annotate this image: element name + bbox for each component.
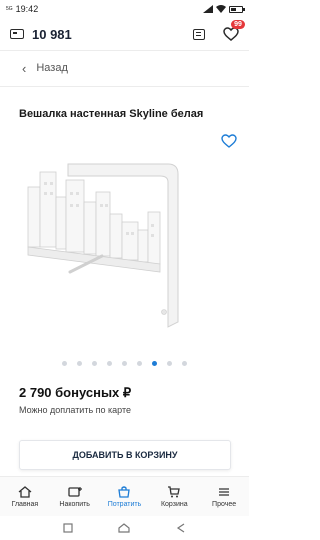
chevron-left-icon: ‹ bbox=[22, 60, 27, 76]
bonus-balance[interactable]: 10 981 bbox=[32, 27, 72, 42]
tab-cart[interactable]: Корзина bbox=[149, 477, 199, 516]
pagination-dot[interactable] bbox=[167, 361, 172, 366]
tab-label: Главная bbox=[11, 500, 39, 508]
clock: 19:42 bbox=[15, 4, 39, 14]
tab-label: Потратить bbox=[107, 500, 142, 508]
back-label: Назад bbox=[36, 62, 68, 74]
wallet-icon[interactable] bbox=[10, 29, 24, 39]
nav-divider bbox=[0, 86, 249, 87]
home-icon bbox=[18, 485, 32, 498]
app-bar: 10 981 99 bbox=[0, 20, 249, 48]
heart-icon bbox=[223, 27, 239, 41]
tab-label: Прочее bbox=[212, 500, 237, 508]
tab-home[interactable]: Главная bbox=[0, 477, 50, 516]
product-gallery[interactable] bbox=[0, 152, 249, 352]
pagination-dot[interactable] bbox=[107, 361, 112, 366]
product-title: Вешалка настенная Skyline белая bbox=[19, 108, 204, 120]
pagination-dot[interactable] bbox=[122, 361, 127, 366]
wishlist-button[interactable]: 99 bbox=[223, 20, 245, 41]
pagination-dot[interactable] bbox=[137, 361, 142, 366]
shop-icon bbox=[118, 485, 131, 498]
tab-label: Корзина bbox=[160, 500, 188, 508]
pagination-dot[interactable] bbox=[92, 361, 97, 366]
pagination-dot[interactable] bbox=[152, 361, 157, 366]
bottom-tab-bar: Главная Накопить Потратить Корзина Проче… bbox=[0, 476, 249, 516]
back-button[interactable]: ‹ Назад bbox=[0, 56, 249, 80]
add-card-icon bbox=[68, 486, 82, 497]
battery-icon bbox=[229, 5, 245, 13]
tab-label: Накопить bbox=[59, 500, 90, 508]
price-note: Можно доплатить по карте bbox=[19, 405, 132, 415]
system-nav-bar bbox=[0, 516, 249, 540]
signal-icon bbox=[203, 5, 213, 13]
network-indicator: 5G bbox=[6, 5, 13, 12]
pagination-dot[interactable] bbox=[182, 361, 187, 366]
cart-icon bbox=[168, 485, 181, 497]
tab-earn[interactable]: Накопить bbox=[50, 477, 100, 516]
header-divider bbox=[0, 50, 249, 51]
chat-icon[interactable] bbox=[193, 28, 205, 40]
status-bar: 5G 19:42 bbox=[0, 0, 249, 18]
recents-icon[interactable] bbox=[63, 523, 73, 533]
wifi-icon bbox=[216, 5, 226, 13]
product-price: 2 790 бонусных ₽ bbox=[19, 385, 132, 400]
tab-spend[interactable]: Потратить bbox=[100, 477, 150, 516]
pagination-dot[interactable] bbox=[62, 361, 67, 366]
pagination-dot[interactable] bbox=[77, 361, 82, 366]
add-to-cart-button[interactable]: ДОБАВИТЬ В КОРЗИНУ bbox=[19, 440, 231, 470]
product-image bbox=[27, 163, 179, 328]
favorite-button[interactable] bbox=[221, 134, 237, 153]
gallery-pagination bbox=[0, 361, 249, 366]
back-system-icon[interactable] bbox=[176, 523, 186, 533]
wishlist-badge: 99 bbox=[231, 20, 245, 29]
tab-more[interactable]: Прочее bbox=[199, 477, 249, 516]
heart-outline-icon bbox=[221, 134, 237, 148]
more-icon bbox=[219, 487, 230, 496]
home-button-icon[interactable] bbox=[118, 523, 131, 533]
